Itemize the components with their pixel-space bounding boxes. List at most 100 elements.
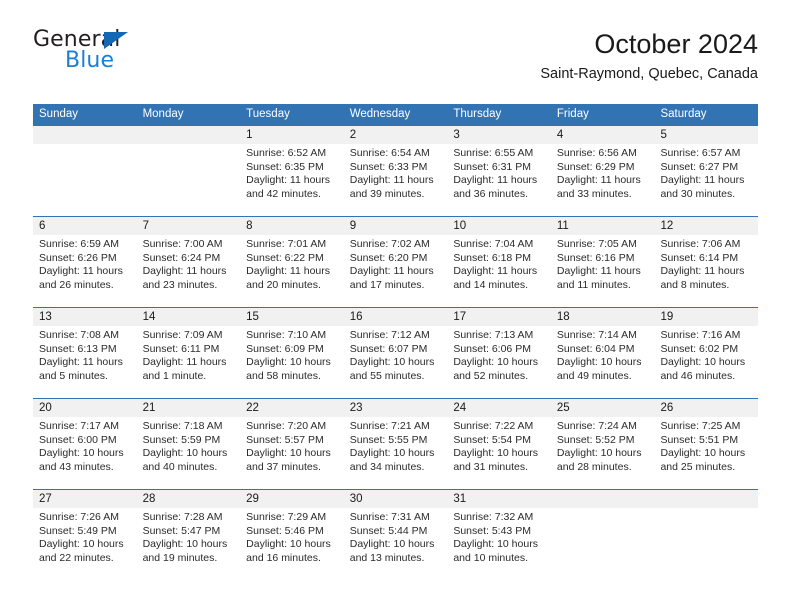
day-cell[interactable]: Sunrise: 7:31 AM Sunset: 5:44 PM Dayligh… <box>344 508 448 580</box>
day-cell[interactable] <box>33 144 137 216</box>
sunrise-text: Sunrise: 7:28 AM <box>142 511 223 523</box>
sunrise-text: Sunrise: 7:18 AM <box>142 420 223 432</box>
sunrise-text: Sunrise: 7:17 AM <box>39 420 119 432</box>
week-content-row: Sunrise: 7:08 AM Sunset: 6:13 PM Dayligh… <box>33 326 758 398</box>
daylight-text-line1: Daylight: 10 hours <box>39 538 124 551</box>
daylight-text-line1: Daylight: 11 hours <box>453 174 538 187</box>
day-cell[interactable]: Sunrise: 6:52 AM Sunset: 6:35 PM Dayligh… <box>240 144 344 216</box>
day-cell[interactable]: Sunrise: 7:10 AM Sunset: 6:09 PM Dayligh… <box>240 326 344 398</box>
page-subtitle: Saint-Raymond, Quebec, Canada <box>540 66 758 82</box>
day-number: 21 <box>142 402 156 414</box>
sunset-text: Sunset: 6:24 PM <box>142 251 221 264</box>
day-cell[interactable]: Sunrise: 6:54 AM Sunset: 6:33 PM Dayligh… <box>344 144 448 216</box>
day-cell[interactable]: Sunrise: 7:29 AM Sunset: 5:46 PM Dayligh… <box>240 508 344 580</box>
day-cell[interactable]: Sunrise: 7:26 AM Sunset: 5:49 PM Dayligh… <box>33 508 137 580</box>
day-cell[interactable]: Sunrise: 7:00 AM Sunset: 6:24 PM Dayligh… <box>137 235 241 307</box>
day-cell[interactable]: Sunrise: 7:06 AM Sunset: 6:14 PM Dayligh… <box>654 235 758 307</box>
sunset-text: Sunset: 6:16 PM <box>556 251 635 264</box>
daylight-text-line2: and 49 minutes. <box>556 369 632 382</box>
weekday-header-wednesday: Wednesday <box>349 108 411 120</box>
sunrise-text: Sunrise: 7:02 AM <box>349 238 430 250</box>
daylight-text-line1: Daylight: 11 hours <box>142 265 227 278</box>
sunrise-text: Sunrise: 7:16 AM <box>660 329 741 341</box>
day-number: 17 <box>453 311 467 323</box>
sunrise-text: Sunrise: 7:05 AM <box>556 238 637 250</box>
sunset-text: Sunset: 6:27 PM <box>660 160 739 173</box>
generalblue-logo[interactable]: General Blue <box>33 28 263 90</box>
day-cell[interactable]: Sunrise: 7:14 AM Sunset: 6:04 PM Dayligh… <box>551 326 655 398</box>
day-cell[interactable]: Sunrise: 7:28 AM Sunset: 5:47 PM Dayligh… <box>137 508 241 580</box>
daylight-text-line2: and 1 minute. <box>142 369 207 382</box>
daylight-text-line2: and 25 minutes. <box>660 460 736 473</box>
day-cell[interactable]: Sunrise: 7:20 AM Sunset: 5:57 PM Dayligh… <box>240 417 344 489</box>
daylight-text-line2: and 31 minutes. <box>453 460 529 473</box>
daylight-text-line2: and 17 minutes. <box>349 278 425 291</box>
day-cell[interactable]: Sunrise: 7:05 AM Sunset: 6:16 PM Dayligh… <box>551 235 655 307</box>
sunset-text: Sunset: 6:20 PM <box>349 251 428 264</box>
weekday-header-tuesday: Tuesday <box>246 108 290 120</box>
daylight-text-line1: Daylight: 11 hours <box>39 356 123 369</box>
sunset-text: Sunset: 5:51 PM <box>660 433 739 446</box>
day-number: 24 <box>453 402 467 414</box>
day-cell[interactable]: Sunrise: 7:25 AM Sunset: 5:51 PM Dayligh… <box>654 417 758 489</box>
daylight-text-line1: Daylight: 11 hours <box>246 174 331 187</box>
daylight-text-line1: Daylight: 10 hours <box>660 356 746 369</box>
day-cell[interactable]: Sunrise: 7:09 AM Sunset: 6:11 PM Dayligh… <box>137 326 241 398</box>
day-cell[interactable]: Sunrise: 6:57 AM Sunset: 6:27 PM Dayligh… <box>654 144 758 216</box>
sunset-text: Sunset: 6:00 PM <box>39 433 117 446</box>
day-cell[interactable]: Sunrise: 7:13 AM Sunset: 6:06 PM Dayligh… <box>447 326 551 398</box>
day-number: 30 <box>349 493 363 505</box>
day-number: 15 <box>246 311 259 323</box>
week-daynumber-band: 13 14 15 16 17 18 19 <box>33 308 758 326</box>
daylight-text-line1: Daylight: 10 hours <box>246 538 331 551</box>
sunrise-text: Sunrise: 7:06 AM <box>660 238 741 250</box>
sunset-text: Sunset: 5:52 PM <box>556 433 635 446</box>
day-number: 29 <box>246 493 259 505</box>
day-number <box>137 126 241 144</box>
sunrise-text: Sunrise: 7:14 AM <box>556 329 637 341</box>
day-cell[interactable]: Sunrise: 7:02 AM Sunset: 6:20 PM Dayligh… <box>344 235 448 307</box>
day-number: 14 <box>142 311 156 323</box>
sunset-text: Sunset: 5:46 PM <box>246 524 324 537</box>
day-cell[interactable] <box>137 144 241 216</box>
week-content-row: Sunrise: 7:26 AM Sunset: 5:49 PM Dayligh… <box>33 508 758 580</box>
daylight-text-line2: and 20 minutes. <box>246 278 321 291</box>
daylight-text-line2: and 34 minutes. <box>349 460 425 473</box>
day-cell[interactable] <box>654 508 758 580</box>
day-cell[interactable]: Sunrise: 7:17 AM Sunset: 6:00 PM Dayligh… <box>33 417 137 489</box>
day-cell[interactable]: Sunrise: 6:56 AM Sunset: 6:29 PM Dayligh… <box>551 144 655 216</box>
sunset-text: Sunset: 6:14 PM <box>660 251 739 264</box>
daylight-text-line2: and 5 minutes. <box>39 369 108 382</box>
day-cell[interactable]: Sunrise: 6:55 AM Sunset: 6:31 PM Dayligh… <box>447 144 551 216</box>
calendar-week-row: 1 2 3 4 5 Sunrise: 6:52 AM Sunset: 6:35 … <box>33 125 758 216</box>
sunrise-text: Sunrise: 7:29 AM <box>246 511 327 523</box>
day-cell[interactable]: Sunrise: 7:12 AM Sunset: 6:07 PM Dayligh… <box>344 326 448 398</box>
day-number <box>654 490 758 508</box>
day-cell[interactable]: Sunrise: 7:01 AM Sunset: 6:22 PM Dayligh… <box>240 235 344 307</box>
day-cell[interactable]: Sunrise: 7:21 AM Sunset: 5:55 PM Dayligh… <box>344 417 448 489</box>
day-cell[interactable]: Sunrise: 6:59 AM Sunset: 6:26 PM Dayligh… <box>33 235 137 307</box>
day-cell[interactable]: Sunrise: 7:22 AM Sunset: 5:54 PM Dayligh… <box>447 417 551 489</box>
sunrise-text: Sunrise: 7:26 AM <box>39 511 119 523</box>
day-cell[interactable]: Sunrise: 7:32 AM Sunset: 5:43 PM Dayligh… <box>447 508 551 580</box>
day-number: 27 <box>39 493 52 505</box>
day-number: 26 <box>660 402 674 414</box>
sunrise-text: Sunrise: 7:31 AM <box>349 511 430 523</box>
weekday-header-thursday: Thursday <box>453 108 502 120</box>
day-cell[interactable]: Sunrise: 7:16 AM Sunset: 6:02 PM Dayligh… <box>654 326 758 398</box>
daylight-text-line2: and 46 minutes. <box>660 369 736 382</box>
daylight-text-line2: and 8 minutes. <box>660 278 730 291</box>
day-cell[interactable] <box>551 508 655 580</box>
day-number: 31 <box>453 493 467 505</box>
day-cell[interactable]: Sunrise: 7:04 AM Sunset: 6:18 PM Dayligh… <box>447 235 551 307</box>
day-number: 13 <box>39 311 52 323</box>
daylight-text-line1: Daylight: 11 hours <box>660 265 745 278</box>
day-cell[interactable]: Sunrise: 7:24 AM Sunset: 5:52 PM Dayligh… <box>551 417 655 489</box>
day-cell[interactable]: Sunrise: 7:08 AM Sunset: 6:13 PM Dayligh… <box>33 326 137 398</box>
day-cell[interactable]: Sunrise: 7:18 AM Sunset: 5:59 PM Dayligh… <box>137 417 241 489</box>
sunset-text: Sunset: 5:43 PM <box>453 524 531 537</box>
sunset-text: Sunset: 6:26 PM <box>39 251 117 264</box>
page-title: October 2024 <box>594 29 758 59</box>
weekday-header-sunday: Sunday <box>39 108 79 120</box>
calendar-week-row: 13 14 15 16 17 18 19 Sunrise: 7:08 AM Su… <box>33 307 758 398</box>
